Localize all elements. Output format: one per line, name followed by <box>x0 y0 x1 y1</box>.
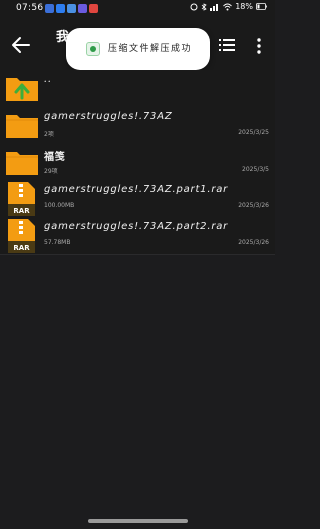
file-date: 2025/3/26 <box>238 202 269 209</box>
list-item[interactable]: gamerstruggles!.73AZ 2项 2025/3/25 <box>0 107 275 143</box>
list-item[interactable]: .. <box>0 70 275 106</box>
file-name: 福笺 <box>44 152 66 163</box>
toast-message: 压缩文件解压成功 <box>108 44 193 54</box>
wifi-icon <box>223 3 233 10</box>
svg-text:RAR: RAR <box>13 207 30 215</box>
file-date: 2025/3/26 <box>238 239 269 246</box>
rar-file-icon: RAR <box>8 182 35 216</box>
item-count: 2项 <box>44 131 54 138</box>
parent-folder-icon <box>6 78 38 101</box>
file-date: 2025/3/5 <box>242 166 269 173</box>
file-size: 57.78MB <box>44 239 71 246</box>
file-name: gamerstruggles!.73AZ <box>44 111 173 122</box>
svg-text:RAR: RAR <box>13 244 30 252</box>
archive-check-icon <box>86 42 100 56</box>
status-time: 07:56 <box>16 3 44 13</box>
notification-icons <box>45 4 98 13</box>
list-item[interactable]: RAR gamerstruggles!.73AZ.part1.rar 100.0… <box>0 180 275 216</box>
gesture-nav-bar[interactable] <box>88 519 188 523</box>
list-view-icon[interactable] <box>219 38 235 52</box>
signal-icon <box>210 3 219 11</box>
folder-icon <box>6 152 38 175</box>
list-bottom-divider <box>0 254 275 255</box>
status-indicators: 18% <box>190 2 267 11</box>
file-name: gamerstruggles!.73AZ.part2.rar <box>44 221 229 232</box>
item-count: 29项 <box>44 168 58 175</box>
notification-app-icon <box>89 4 98 13</box>
file-date: 2025/3/25 <box>238 129 269 136</box>
toast-notification: 压缩文件解压成功 <box>66 28 210 70</box>
rar-file-icon: RAR <box>8 219 35 253</box>
status-bar: 07:56 18% <box>0 0 275 18</box>
file-size: 100.00MB <box>44 202 75 209</box>
notification-app-icon <box>67 4 76 13</box>
battery-level: 18% <box>235 2 253 11</box>
file-name: .. <box>44 74 52 85</box>
list-item[interactable]: 福笺 29项 2025/3/5 <box>0 144 275 180</box>
back-arrow-icon[interactable] <box>10 34 32 56</box>
more-vertical-icon[interactable] <box>256 37 262 55</box>
file-name: gamerstruggles!.73AZ.part1.rar <box>44 184 229 195</box>
bluetooth-icon <box>201 2 207 11</box>
list-item[interactable]: RAR gamerstruggles!.73AZ.part2.rar 57.78… <box>0 217 275 253</box>
notification-app-icon <box>56 4 65 13</box>
folder-icon <box>6 115 38 138</box>
notification-app-icon <box>78 4 87 13</box>
battery-icon <box>256 3 267 10</box>
notification-app-icon <box>45 4 54 13</box>
file-list: .. gamerstruggles!.73AZ 2项 2025/3/25 福笺 … <box>0 70 275 254</box>
alarm-icon <box>190 3 198 10</box>
